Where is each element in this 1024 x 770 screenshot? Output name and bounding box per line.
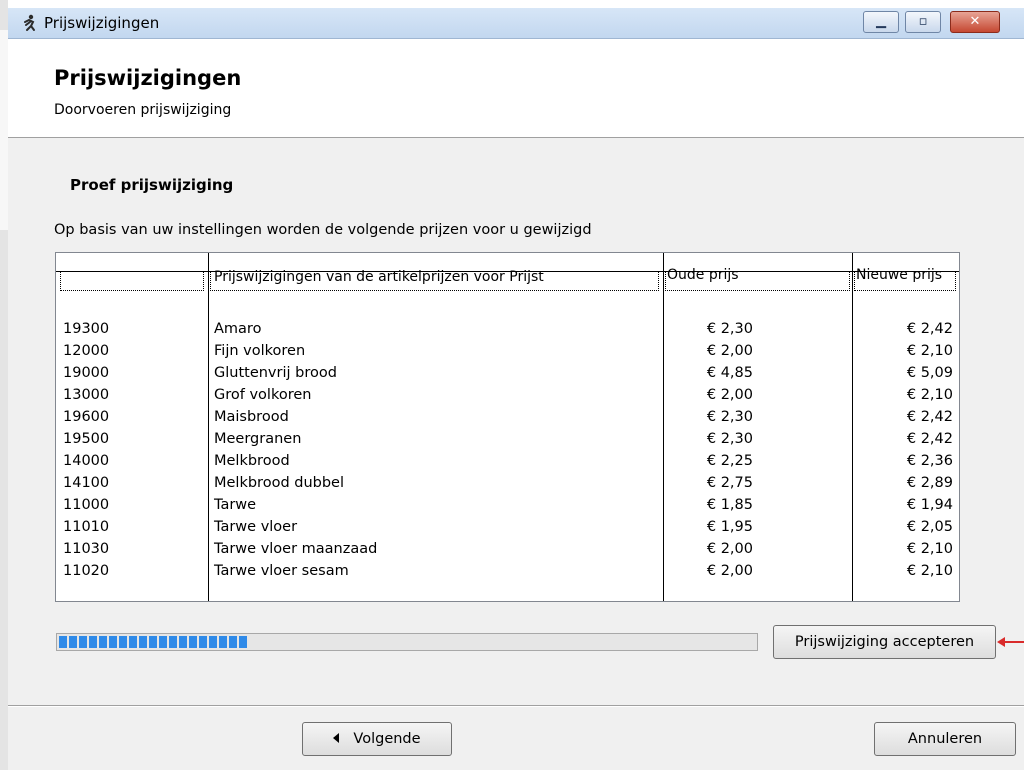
table-row[interactable]: 14100 Melkbrood dubbel € 2,75 € 2,89	[56, 475, 959, 497]
row-code: 14100	[63, 475, 110, 491]
wizard-header: Prijswijzigingen Doorvoeren prijswijzigi…	[8, 39, 1024, 138]
table-row[interactable]: 12000 Fijn volkoren € 2,00 € 2,10	[56, 343, 959, 365]
progress-fill	[59, 636, 247, 648]
table-row[interactable]: 11020 Tarwe vloer sesam € 2,00 € 2,10	[56, 563, 959, 585]
row-new-price: € 2,89	[906, 475, 953, 491]
row-old-price: € 2,75	[706, 475, 753, 491]
red-arrow-head	[997, 637, 1005, 647]
minimize-button[interactable]: ▁	[863, 11, 899, 33]
table-row[interactable]: 19000 Gluttenvrij brood € 4,85 € 5,09	[56, 365, 959, 387]
price-grid[interactable]: Oude prijs Nieuwe prijs Prijswijzigingen…	[55, 252, 960, 602]
maximize-icon: ▫	[918, 14, 928, 29]
row-old-price: € 2,25	[706, 453, 753, 469]
progress-bar	[56, 633, 758, 651]
row-new-price: € 5,09	[906, 365, 953, 381]
row-name: Melkbrood	[214, 453, 290, 469]
row-new-price: € 2,36	[906, 453, 953, 469]
next-button[interactable]: Volgende	[302, 722, 452, 756]
page-title: Prijswijzigingen	[54, 66, 242, 90]
maximize-button[interactable]: ▫	[905, 11, 941, 33]
footer-divider-highlight	[8, 706, 1024, 707]
row-name: Maisbrood	[214, 409, 289, 425]
row-new-price: € 2,10	[906, 563, 953, 579]
row-code: 19600	[63, 409, 110, 425]
next-button-label: Volgende	[353, 731, 421, 747]
cancel-button[interactable]: Annuleren	[874, 722, 1016, 756]
row-code: 19000	[63, 365, 110, 381]
row-old-price: € 2,00	[706, 563, 753, 579]
row-name: Tarwe	[214, 497, 257, 513]
section-title: Proef prijswijziging	[70, 176, 234, 194]
table-row[interactable]: 19300 Amaro € 2,30 € 2,42	[56, 321, 959, 343]
wizard-window: Prijswijzigingen ▁ ▫ ✕ Prijswijzigingen …	[8, 8, 1024, 770]
row-old-price: € 1,85	[706, 497, 753, 513]
table-row[interactable]: 13000 Grof volkoren € 2,00 € 2,10	[56, 387, 959, 409]
table-row[interactable]: 14000 Melkbrood € 2,25 € 2,36	[56, 453, 959, 475]
row-code: 11020	[63, 563, 110, 579]
close-button[interactable]: ✕	[950, 11, 1000, 33]
row-name: Tarwe vloer	[214, 519, 298, 535]
row-new-price: € 1,94	[906, 497, 953, 513]
row-code: 11030	[63, 541, 110, 557]
close-icon: ✕	[969, 14, 981, 29]
row-code: 19500	[63, 431, 110, 447]
row-old-price: € 2,30	[706, 409, 753, 425]
row-new-price: € 2,42	[906, 409, 953, 425]
subheader-cell	[60, 271, 204, 291]
row-name: Meergranen	[214, 431, 302, 447]
row-code: 11000	[63, 497, 110, 513]
row-code: 19300	[63, 321, 110, 337]
runner-icon	[24, 14, 35, 31]
row-new-price: € 2,10	[906, 387, 953, 403]
table-row[interactable]: 11000 Tarwe € 1,85 € 1,94	[56, 497, 959, 519]
row-name: Tarwe vloer sesam	[214, 563, 349, 579]
window-title: Prijswijzigingen	[44, 14, 160, 32]
accept-price-change-button[interactable]: Prijswijziging accepteren	[773, 625, 996, 659]
subheader-cell	[854, 271, 956, 291]
minimize-icon: ▁	[876, 14, 886, 29]
grid-subheader-text: Prijswijzigingen van de artikelprijzen v…	[214, 269, 544, 285]
row-name: Amaro	[214, 321, 262, 337]
row-old-price: € 1,95	[706, 519, 753, 535]
row-code: 14000	[63, 453, 110, 469]
row-code: 11010	[63, 519, 110, 535]
row-new-price: € 2,10	[906, 541, 953, 557]
row-old-price: € 2,00	[706, 387, 753, 403]
row-name: Gluttenvrij brood	[214, 365, 337, 381]
left-edge-strip	[0, 30, 8, 230]
row-code: 12000	[63, 343, 110, 359]
row-code: 13000	[63, 387, 110, 403]
cancel-button-label: Annuleren	[907, 731, 983, 747]
table-row[interactable]: 19600 Maisbrood € 2,30 € 2,42	[56, 409, 959, 431]
row-new-price: € 2,42	[906, 321, 953, 337]
table-row[interactable]: 11030 Tarwe vloer maanzaad € 2,00 € 2,10	[56, 541, 959, 563]
row-old-price: € 2,00	[706, 541, 753, 557]
row-old-price: € 4,85	[706, 365, 753, 381]
row-new-price: € 2,10	[906, 343, 953, 359]
row-new-price: € 2,05	[906, 519, 953, 535]
row-old-price: € 2,30	[706, 321, 753, 337]
page-subtitle: Doorvoeren prijswijziging	[54, 102, 232, 118]
description-text: Op basis van uw instellingen worden de v…	[54, 222, 592, 238]
row-name: Grof volkoren	[214, 387, 312, 403]
row-name: Fijn volkoren	[214, 343, 306, 359]
subheader-cell	[665, 271, 850, 291]
row-new-price: € 2,42	[906, 431, 953, 447]
table-row[interactable]: 19500 Meergranen € 2,30 € 2,42	[56, 431, 959, 453]
row-old-price: € 2,30	[706, 431, 753, 447]
triangle-left-icon	[333, 733, 340, 743]
table-row[interactable]: 11010 Tarwe vloer € 1,95 € 2,05	[56, 519, 959, 541]
row-name: Tarwe vloer maanzaad	[214, 541, 378, 557]
row-name: Melkbrood dubbel	[214, 475, 345, 491]
row-old-price: € 2,00	[706, 343, 753, 359]
title-bar[interactable]: Prijswijzigingen ▁ ▫ ✕	[8, 8, 1024, 39]
